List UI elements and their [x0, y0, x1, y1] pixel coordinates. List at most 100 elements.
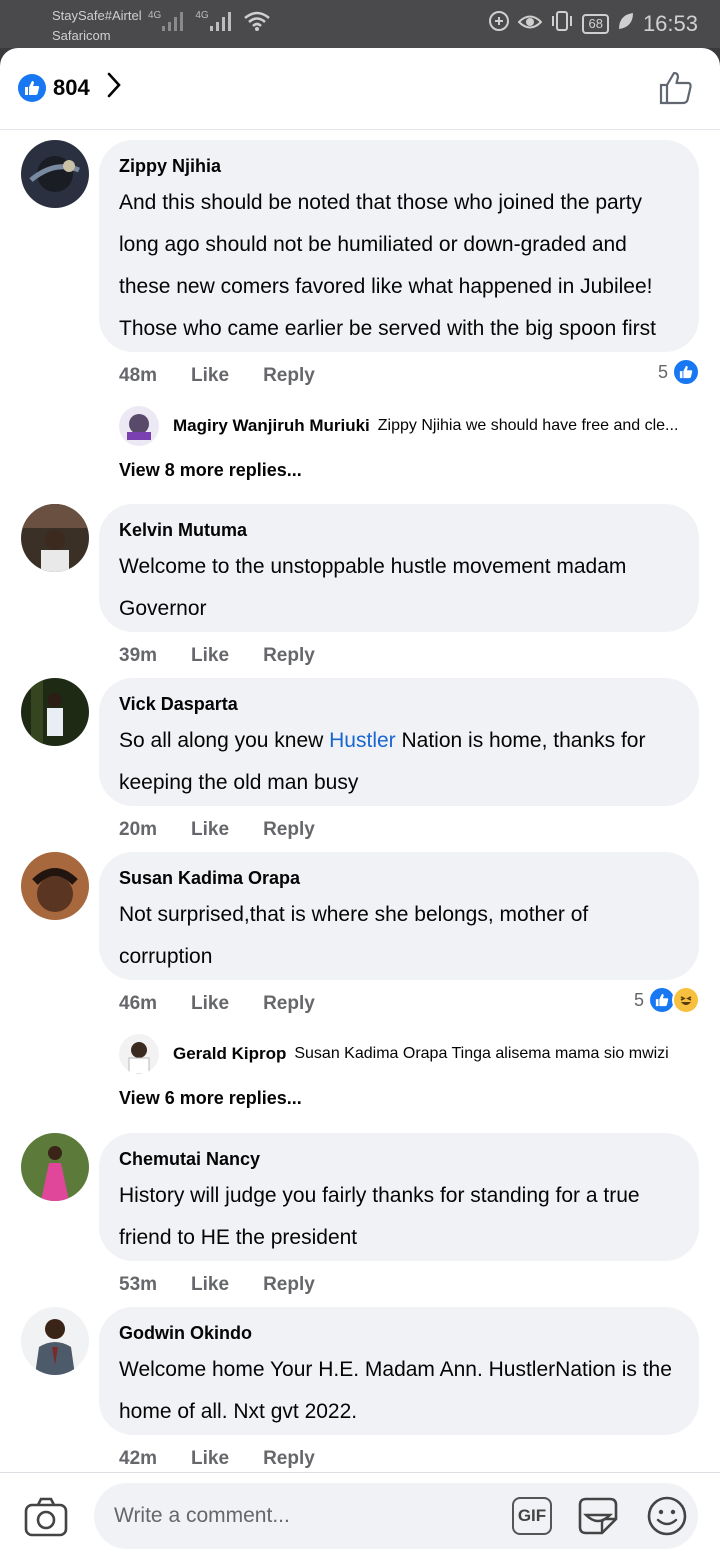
battery-indicator: 68	[582, 14, 609, 34]
comment-time: 42m	[119, 1448, 158, 1469]
reply-preview[interactable]: Magiry Wanjiruh Muriuki Zippy Njihia we …	[119, 406, 709, 446]
reply-preview[interactable]: Gerald Kiprop Susan Kadima Orapa Tinga a…	[119, 1034, 709, 1074]
network-indicators: 4G 4G	[148, 10, 271, 32]
reply-comment-button[interactable]: Reply	[263, 992, 315, 1016]
carrier-secondary: Safaricom	[52, 28, 111, 43]
like-icon	[672, 358, 700, 386]
wifi-icon	[243, 10, 271, 32]
comment-actions: 20m Like Reply	[119, 818, 315, 842]
reply-text: Susan Kadima Orapa Tinga alisema mama si…	[294, 1045, 669, 1062]
comment-author[interactable]: Zippy Njihia	[119, 154, 679, 178]
signal-icon: 4G	[195, 10, 232, 32]
like-icon	[18, 73, 46, 102]
like-comment-button[interactable]: Like	[191, 992, 229, 1016]
comment-text-part: So all along you knew	[119, 729, 330, 752]
avatar[interactable]	[21, 678, 89, 746]
gif-button[interactable]: GIF	[512, 1497, 552, 1535]
status-bar: StaySafe#Airtel Safaricom 4G 4G 68 16:53	[0, 0, 720, 48]
view-more-replies-link[interactable]: View 6 more replies...	[119, 1088, 302, 1109]
reaction-count: 5	[657, 361, 668, 382]
avatar	[119, 1034, 159, 1074]
avatar[interactable]	[21, 140, 89, 208]
carrier-names: StaySafe#Airtel Safaricom	[52, 6, 142, 46]
signal-icon: 4G	[148, 10, 185, 32]
like-comment-button[interactable]: Like	[191, 364, 229, 388]
comment-time: 46m	[119, 993, 158, 1014]
carrier-primary: StaySafe#Airtel	[52, 8, 142, 23]
avatar[interactable]	[21, 1307, 89, 1375]
sticker-icon	[576, 1497, 620, 1541]
emoji-button[interactable]	[646, 1495, 688, 1542]
comment-author[interactable]: Chemutai Nancy	[119, 1147, 679, 1171]
emoji-icon	[646, 1496, 688, 1541]
reply-comment-button[interactable]: Reply	[263, 818, 315, 842]
comment-composer: GIF	[0, 1472, 720, 1560]
comment-reactions[interactable]: 5	[658, 358, 700, 386]
data-saver-icon	[488, 10, 510, 38]
vibrate-icon	[550, 10, 574, 38]
reply-comment-button[interactable]: Reply	[263, 1447, 315, 1471]
avatar[interactable]	[21, 852, 89, 920]
leaf-icon	[617, 11, 635, 37]
clock: 16:53	[642, 11, 698, 36]
avatar[interactable]	[21, 1133, 89, 1201]
comment-actions: 48m Like Reply	[119, 364, 315, 388]
sheet-header: 804	[0, 48, 720, 130]
network-type-label: 4G	[195, 10, 209, 21]
view-more-replies-link[interactable]: View 8 more replies...	[119, 460, 302, 481]
comment-bubble[interactable]: Godwin Okindo Welcome home Your H.E. Mad…	[99, 1307, 699, 1435]
comments-sheet: 804 Zippy Njihia And this should be note…	[0, 48, 720, 1560]
comment-reactions[interactable]: 5	[634, 986, 700, 1014]
reactions-summary-button[interactable]: 804	[18, 72, 122, 103]
reply-author: Gerald Kiprop	[173, 1044, 287, 1063]
comment-bubble[interactable]: Chemutai Nancy History will judge you fa…	[99, 1133, 699, 1261]
comment-author[interactable]: Godwin Okindo	[119, 1321, 679, 1345]
reply-comment-button[interactable]: Reply	[263, 644, 315, 668]
network-type-label: 4G	[148, 10, 162, 21]
comment-text: And this should be noted that those who …	[119, 191, 656, 340]
like-comment-button[interactable]: Like	[191, 818, 229, 842]
comment-bubble[interactable]: Vick Dasparta So all along you knew Hust…	[99, 678, 699, 806]
comment-actions: 39m Like Reply	[119, 644, 315, 668]
comment-bubble[interactable]: Kelvin Mutuma Welcome to the unstoppable…	[99, 504, 699, 632]
status-right: 68 16:53	[488, 10, 698, 38]
like-count: 804	[53, 74, 90, 100]
like-comment-button[interactable]: Like	[191, 644, 229, 668]
comment-author[interactable]: Susan Kadima Orapa	[119, 866, 679, 890]
thumbs-up-outline-icon	[658, 71, 694, 110]
chevron-right-icon	[106, 72, 122, 103]
camera-icon	[24, 1497, 68, 1541]
avatar	[119, 406, 159, 446]
comment-actions: 46m Like Reply	[119, 992, 315, 1016]
comment-input-container: GIF	[94, 1483, 698, 1549]
like-comment-button[interactable]: Like	[191, 1447, 229, 1471]
avatar[interactable]	[21, 504, 89, 572]
reply-text: Zippy Njihia we should have free and cle…	[377, 417, 679, 434]
like-comment-button[interactable]: Like	[191, 1273, 229, 1297]
comment-bubble[interactable]: Susan Kadima Orapa Not surprised,that is…	[99, 852, 699, 980]
comment-text: History will judge you fairly thanks for…	[119, 1184, 640, 1249]
haha-icon	[672, 986, 700, 1014]
comment-bubble[interactable]: Zippy Njihia And this should be noted th…	[99, 140, 699, 352]
comment-time: 48m	[119, 365, 158, 386]
reply-comment-button[interactable]: Reply	[263, 364, 315, 388]
like-post-button[interactable]	[658, 70, 694, 111]
sticker-button[interactable]	[576, 1495, 620, 1542]
camera-button[interactable]	[24, 1497, 68, 1542]
comment-time: 20m	[119, 819, 158, 840]
reaction-count: 5	[633, 989, 644, 1010]
reply-comment-button[interactable]: Reply	[263, 1273, 315, 1297]
hashtag-link[interactable]: Hustler	[329, 729, 396, 752]
comment-actions: 53m Like Reply	[119, 1273, 315, 1297]
comment-author[interactable]: Kelvin Mutuma	[119, 518, 679, 542]
comment-author[interactable]: Vick Dasparta	[119, 692, 679, 716]
comment-text: Welcome to the unstoppable hustle moveme…	[119, 555, 627, 620]
comment-time: 39m	[119, 645, 158, 666]
comment-text: Not surprised,that is where she belongs,…	[119, 903, 589, 968]
eye-comfort-icon	[518, 11, 543, 37]
comment-text: So all along you knew Hustler Nation is …	[119, 720, 679, 804]
comment-input[interactable]	[114, 1497, 494, 1535]
comment-time: 53m	[119, 1274, 158, 1295]
comment-actions: 42m Like Reply	[119, 1447, 315, 1471]
comment-text: Welcome home Your H.E. Madam Ann. Hustle…	[119, 1358, 672, 1423]
